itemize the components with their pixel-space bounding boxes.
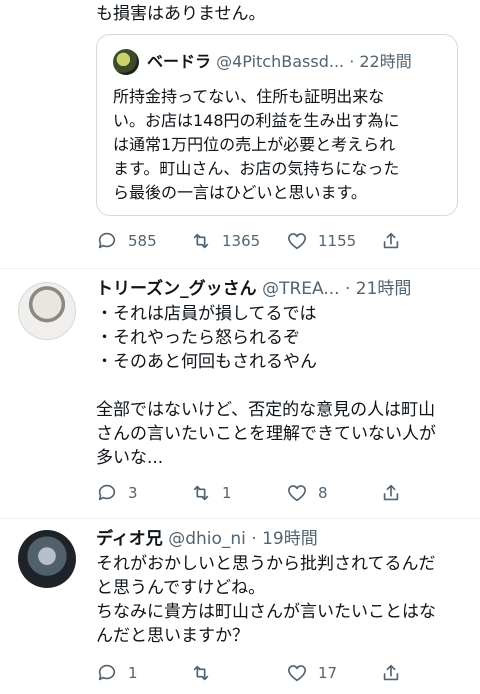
divider	[0, 518, 480, 519]
quoted-text-line: 所持金持ってない、住所も証明出来な	[113, 87, 385, 106]
avatar[interactable]	[18, 530, 76, 588]
quoted-text: 所持金持ってない、住所も証明出来な い。お店は148円の利益を生み出す為に は通…	[113, 85, 449, 205]
like-button[interactable]: 8	[286, 482, 328, 504]
quoted-author-handle: @4PitchBassd...	[216, 52, 345, 71]
quoted-header: ベードラ @4PitchBassd... · 22時間	[147, 49, 412, 75]
reply-button[interactable]: 1	[96, 662, 138, 684]
like-count: 8	[318, 484, 328, 502]
divider	[0, 268, 480, 269]
share-button[interactable]	[380, 662, 402, 684]
heart-icon	[287, 233, 307, 250]
tweet-text-line: ちなみに貴方は町山さんが言いたいことはな	[96, 602, 436, 622]
author-handle[interactable]: @dhio_ni	[168, 529, 246, 549]
tweet-header: ディオ兄 @dhio_ni · 19時間	[96, 526, 318, 552]
retweet-count: 1365	[222, 232, 261, 250]
heart-icon	[287, 485, 307, 502]
tweet-text: ・それは店員が損してるでは ・それやったら怒られるぞ ・そのあと何回もされるやん…	[96, 302, 436, 470]
share-button[interactable]	[380, 230, 402, 252]
share-icon	[383, 232, 399, 249]
tweet-time[interactable]: · 19時間	[251, 529, 317, 549]
like-count: 17	[318, 664, 338, 682]
retweet-icon	[193, 485, 209, 501]
share-button[interactable]	[380, 482, 402, 504]
reply-count: 3	[128, 484, 138, 502]
quoted-tweet-card[interactable]: ベードラ @4PitchBassd... · 22時間 所持金持ってない、住所も…	[96, 34, 458, 216]
quoted-text-line: ら最後の一言はひどいと思います。	[113, 183, 367, 202]
like-button[interactable]: 1155	[286, 230, 356, 252]
retweet-count: 1	[222, 484, 232, 502]
reply-button[interactable]: 585	[96, 230, 157, 252]
tweet-text-line: 多いな...	[96, 448, 164, 468]
tweet-time[interactable]: · 21時間	[345, 279, 411, 299]
tweet-text-line: んだと思いますか？	[96, 626, 249, 646]
share-icon	[383, 484, 399, 501]
previous-tweet-tail: も損害はありません。	[96, 4, 266, 24]
retweet-button[interactable]: 1	[190, 482, 232, 504]
reply-button[interactable]: 3	[96, 482, 138, 504]
heart-icon	[287, 665, 307, 682]
reply-icon	[98, 484, 116, 501]
tweet-text-line: ・それやったら怒られるぞ	[96, 328, 300, 348]
avatar[interactable]	[18, 282, 76, 340]
reply-icon	[98, 232, 116, 249]
author-name[interactable]: ディオ兄	[96, 529, 163, 549]
like-button[interactable]: 17	[286, 662, 337, 684]
tweet-text-line: と思うんですけどね。	[96, 578, 266, 598]
tweet-text-line: さんの言いたいことを理解できていない人が	[96, 424, 436, 444]
tweet-text-line: 全部ではないけど、否定的な意見の人は町山	[96, 400, 436, 420]
quoted-time: · 22時間	[349, 52, 412, 71]
quoted-author-name[interactable]: ベードラ	[147, 52, 211, 71]
reply-icon	[98, 664, 116, 681]
author-name[interactable]: トリーズン_グッさん	[96, 279, 257, 299]
share-icon	[383, 664, 399, 681]
tweet-text-line	[96, 374, 436, 398]
quoted-text-line: は通常1万円位の売上が必要と考えられ	[113, 135, 396, 154]
quoted-avatar[interactable]	[113, 49, 139, 75]
tweet-text: それがおかしいと思うから批判されてるんだ と思うんですけどね。 ちなみに貴方は町…	[96, 552, 436, 648]
retweet-icon	[193, 233, 209, 249]
retweet-button[interactable]	[190, 662, 222, 684]
like-count: 1155	[318, 232, 357, 250]
reply-count: 585	[128, 232, 157, 250]
quoted-text-line: ます。町山さん、お店の気持ちになった	[113, 159, 400, 178]
author-handle[interactable]: @TREA...	[262, 279, 339, 299]
retweet-icon	[193, 665, 209, 681]
tweet-text-line: ・そのあと何回もされるやん	[96, 352, 317, 372]
quoted-text-line: い。お店は148円の利益を生み出す為に	[113, 111, 400, 130]
tweet-header: トリーズン_グッさん @TREA... · 21時間	[96, 276, 411, 302]
tweet-text-line: それがおかしいと思うから批判されてるんだ	[96, 554, 436, 574]
retweet-button[interactable]: 1365	[190, 230, 260, 252]
reply-count: 1	[128, 664, 138, 682]
tweet-text-line: ・それは店員が損してるでは	[96, 304, 317, 324]
